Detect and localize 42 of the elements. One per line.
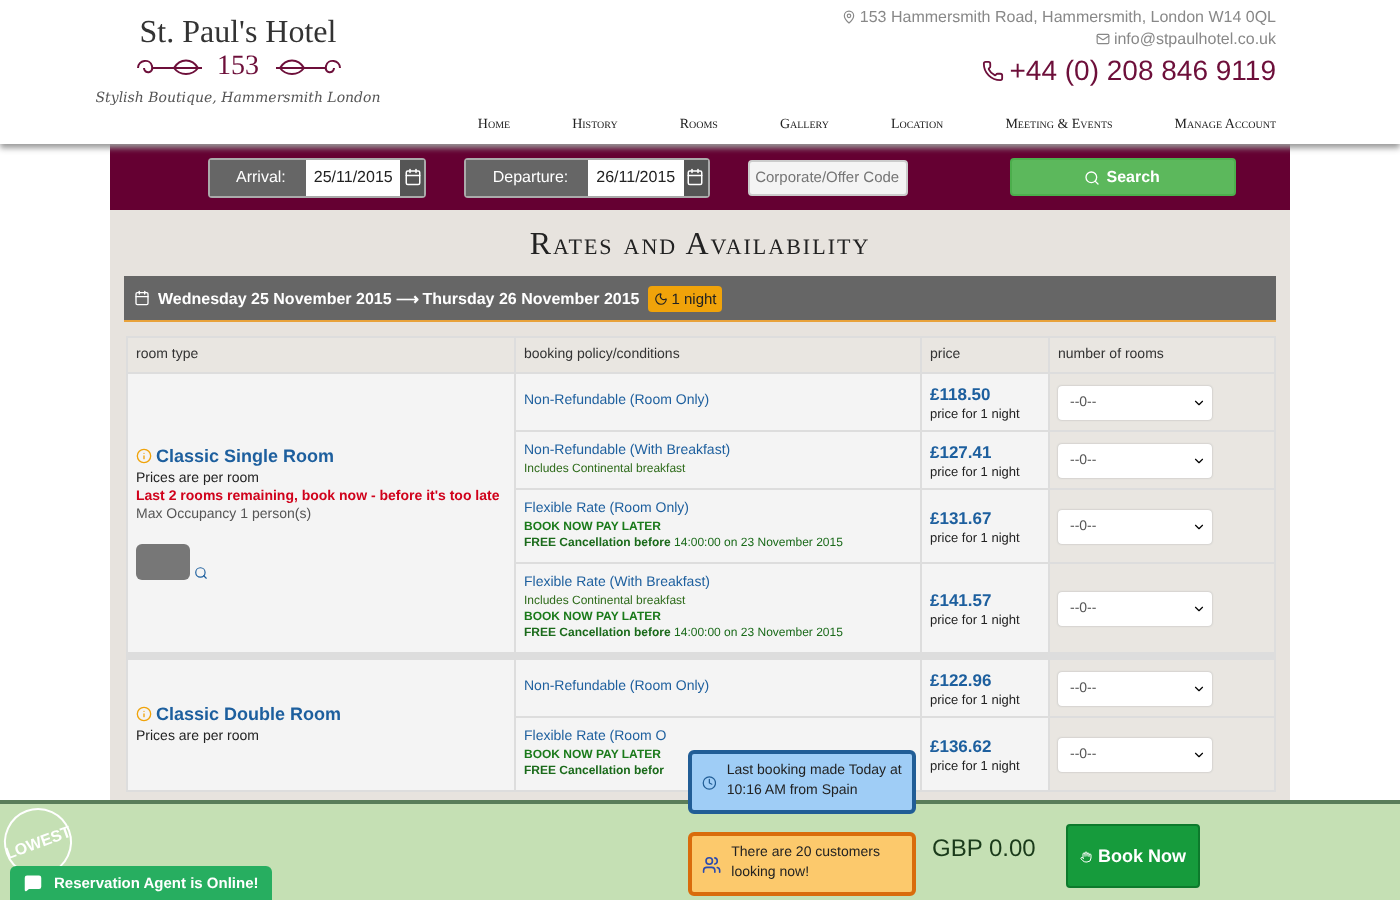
price: £127.41 — [930, 441, 994, 461]
pin-icon — [841, 10, 856, 24]
hotel-name: St. Paul's Hotel — [139, 16, 337, 52]
departure-field[interactable]: Departure: 26/11/2015 — [464, 157, 710, 197]
info-icon — [136, 448, 152, 464]
total-price: GBP 0.00 — [932, 834, 1036, 862]
price: £131.67 — [930, 507, 994, 527]
chat-icon — [24, 874, 42, 892]
moon-icon — [653, 291, 668, 305]
caret-icon — [1192, 519, 1206, 533]
calendar-icon — [403, 168, 422, 186]
phone-number: +44 (0) 208 846 9119 — [1009, 54, 1276, 86]
search-icon — [1084, 169, 1101, 185]
calendar-icon — [686, 168, 705, 186]
phone-icon — [981, 59, 1004, 81]
flourish-icon — [133, 56, 205, 80]
caret-icon — [1192, 747, 1206, 761]
room-name[interactable]: Classic Double Room — [156, 704, 342, 724]
room-name[interactable]: Classic Single Room — [156, 446, 335, 466]
price: £136.62 — [930, 735, 994, 755]
photo-placeholder[interactable] — [136, 544, 190, 580]
envelope-icon — [1095, 32, 1110, 46]
magnifier-icon — [194, 566, 208, 580]
arrival-field[interactable]: Arrival: 25/11/2015 — [208, 157, 427, 197]
caret-icon — [1192, 681, 1206, 695]
flourish-icon — [271, 56, 343, 80]
hand-icon — [1080, 847, 1092, 865]
calendar-icon — [134, 290, 150, 306]
caret-icon — [1192, 601, 1206, 615]
email-text: info@stpaulhotel.co.uk — [1113, 28, 1276, 50]
caret-icon — [1192, 395, 1206, 409]
address-text: 153 Hammersmith Road, Hammersmith, London W14 0QL — [859, 6, 1276, 28]
info-icon — [136, 706, 152, 722]
stay-dates: Wednesday 25 November 2015 ⟶ Thursday 26 November 2015 — [158, 289, 640, 307]
caret-icon — [1192, 453, 1206, 467]
page-title: Rates and Availability — [527, 226, 873, 266]
people-icon — [702, 851, 722, 877]
price: £141.57 — [930, 589, 994, 609]
book-now-button[interactable]: Book Now — [1066, 824, 1200, 888]
price: £122.96 — [930, 669, 994, 689]
price: £118.50 — [930, 383, 993, 403]
hotel-number: 153 — [217, 52, 259, 84]
